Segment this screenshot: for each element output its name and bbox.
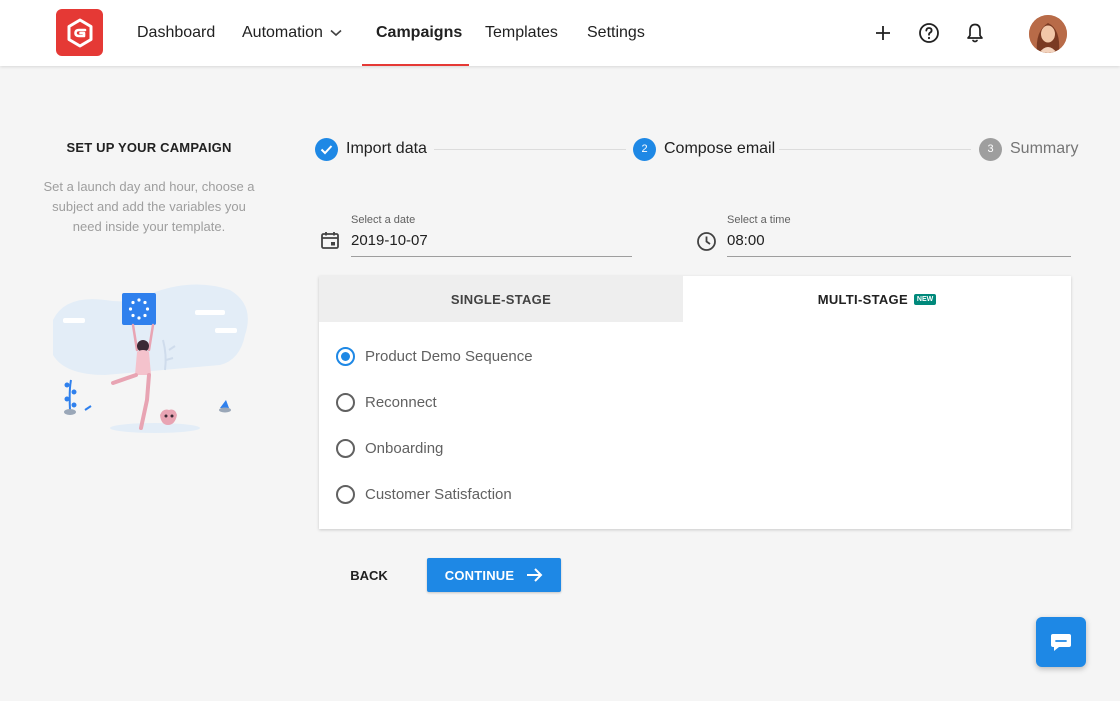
- tab-multi-stage[interactable]: MULTI-STAGE NEW: [683, 276, 1071, 322]
- option-customer-satisfaction[interactable]: Customer Satisfaction: [336, 482, 512, 506]
- setup-title: SET UP YOUR CAMPAIGN: [66, 140, 232, 155]
- nav-automation[interactable]: Automation: [242, 0, 342, 66]
- option-label: Reconnect: [365, 393, 437, 411]
- time-underline: [727, 256, 1071, 257]
- step-label: Import data: [346, 140, 427, 157]
- nav-dashboard[interactable]: Dashboard: [137, 0, 215, 66]
- arrow-right-icon: [526, 568, 543, 582]
- nav-campaigns[interactable]: Campaigns: [376, 0, 462, 66]
- nav-label: Settings: [587, 24, 645, 41]
- step-number: 3: [979, 137, 1002, 161]
- step-label: Summary: [1010, 140, 1079, 157]
- radio-selected-icon[interactable]: [336, 346, 355, 366]
- step-label: Compose email: [664, 140, 776, 157]
- nav-label: Campaigns: [376, 24, 463, 41]
- new-badge: NEW: [913, 293, 937, 305]
- plus-icon[interactable]: [871, 21, 895, 45]
- step-import-data: Import data: [315, 137, 427, 161]
- option-reconnect[interactable]: Reconnect: [336, 390, 437, 414]
- calendar-icon[interactable]: [319, 229, 341, 251]
- option-label: Customer Satisfaction: [365, 485, 512, 503]
- date-label: Select a date: [351, 214, 416, 226]
- option-product-demo-sequence[interactable]: Product Demo Sequence: [336, 344, 533, 368]
- nav-label: Automation: [242, 24, 323, 41]
- description-line: subject and add the variables you: [52, 199, 246, 214]
- date-input[interactable]: 2019-10-07: [351, 232, 428, 249]
- clock-icon[interactable]: [695, 230, 717, 252]
- avatar-image: [1029, 15, 1067, 53]
- tab-single-stage[interactable]: SINGLE-STAGE: [319, 276, 683, 322]
- campaign-illustration: [53, 284, 248, 433]
- date-underline: [351, 256, 632, 257]
- top-navigation-bar: Dashboard Automation Campaigns Templates…: [0, 0, 1120, 66]
- time-label: Select a time: [727, 214, 791, 226]
- step-connector: [434, 149, 626, 150]
- app-logo[interactable]: [56, 9, 103, 56]
- setup-description: Set a launch day and hour, choose a subj…: [38, 177, 260, 237]
- step-number: 2: [633, 137, 656, 161]
- radio-icon[interactable]: [336, 438, 355, 458]
- logo-icon: [67, 18, 92, 47]
- active-tab-indicator: [362, 64, 469, 66]
- continue-button[interactable]: CONTINUE: [427, 558, 561, 592]
- check-icon: [315, 137, 338, 161]
- time-input[interactable]: 08:00: [727, 232, 765, 249]
- step-connector: [779, 149, 971, 150]
- nav-label: Templates: [485, 24, 558, 41]
- step-summary: 3 Summary: [979, 137, 1078, 161]
- nav-label: Dashboard: [137, 24, 216, 41]
- chevron-down-icon: [330, 29, 342, 37]
- user-avatar[interactable]: [1029, 15, 1067, 53]
- option-label: Onboarding: [365, 439, 444, 457]
- chat-button[interactable]: [1036, 617, 1086, 667]
- nav-templates[interactable]: Templates: [485, 0, 558, 66]
- button-label: CONTINUE: [444, 567, 515, 583]
- option-onboarding[interactable]: Onboarding: [336, 436, 443, 460]
- bell-icon[interactable]: [963, 21, 987, 45]
- back-button[interactable]: BACK: [340, 560, 398, 590]
- button-label: BACK: [350, 567, 388, 583]
- nav-settings[interactable]: Settings: [587, 0, 645, 66]
- radio-icon[interactable]: [336, 484, 355, 504]
- tab-label: SINGLE-STAGE: [450, 291, 552, 307]
- step-compose-email: 2 Compose email: [633, 137, 775, 161]
- chat-bubble-icon: [1051, 634, 1071, 651]
- tab-label: MULTI-STAGE: [817, 291, 908, 307]
- help-icon[interactable]: [917, 21, 941, 45]
- description-line: need inside your template.: [72, 219, 226, 234]
- option-label: Product Demo Sequence: [365, 347, 533, 365]
- radio-icon[interactable]: [336, 392, 355, 412]
- sequence-card: SINGLE-STAGE MULTI-STAGE NEW Product Dem…: [319, 276, 1071, 529]
- description-line: Set a launch day and hour, choose a: [43, 179, 255, 194]
